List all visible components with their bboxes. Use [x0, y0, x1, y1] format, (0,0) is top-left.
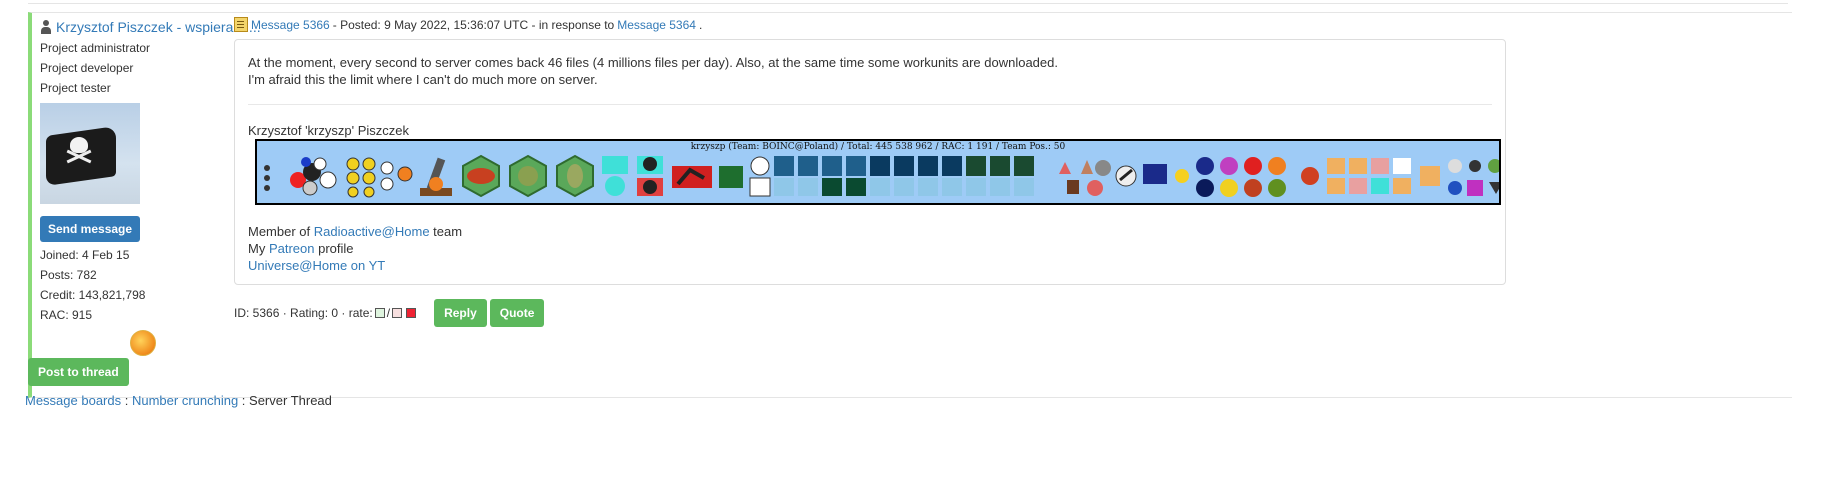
breadcrumb-separator: : [121, 393, 132, 408]
id-rating-text: ID: 5366 · Rating: 0 · rate: [234, 306, 373, 320]
member-line: Member of Radioactive@Home team [248, 223, 1492, 240]
reply-button[interactable]: Reply [434, 299, 487, 327]
in-response-link[interactable]: Message 5364 [617, 18, 696, 32]
breadcrumb-number-crunching[interactable]: Number crunching [132, 393, 238, 408]
patreon-link[interactable]: Patreon [269, 241, 315, 256]
amicable-icon [1143, 163, 1167, 184]
space-badges-icon [1196, 156, 1286, 197]
text-badges-icon [1327, 157, 1411, 194]
project-badges-grid [749, 155, 1034, 196]
author-name-link[interactable]: Krzysztof Piszczek - wspieram ... [56, 19, 261, 35]
telescope-icon [420, 157, 452, 196]
message-icon [234, 17, 248, 32]
member-prefix: Member of [248, 224, 314, 239]
header-end: . [698, 17, 703, 32]
runner-badge-icon [672, 165, 712, 188]
signature-name: Krzysztof 'krzyszp' Piszczek [248, 123, 409, 138]
monkey-badge-icon [637, 155, 663, 196]
yt-line: Universe@Home on YT [248, 257, 1492, 274]
post-footer: ID: 5366 · Rating: 0 · rate: / Reply Quo… [234, 299, 545, 327]
woo-icon [1420, 165, 1440, 186]
rate-down-icon[interactable] [392, 308, 403, 318]
misc-badges-icon [1448, 158, 1499, 196]
forum-post: Krzysztof Piszczek - wspieram ... Projec… [28, 12, 1792, 398]
patreon-suffix: profile [314, 241, 354, 256]
bird-icon [1115, 165, 1137, 186]
radioactive-link[interactable]: Radioactive@Home [314, 224, 430, 239]
universe-yt-link[interactable]: Universe@Home on YT [248, 258, 385, 273]
molecule-icon [290, 156, 337, 195]
sun-icon [1175, 168, 1189, 183]
hex-badge-icon-1 [462, 154, 500, 197]
atoms-badge-icon [346, 157, 413, 197]
member-suffix: team [429, 224, 463, 239]
team-badge-icon [130, 330, 156, 356]
patreon-prefix: My [248, 241, 269, 256]
signature-divider [248, 104, 1492, 105]
breadcrumb: Message boards : Number crunching : Serv… [25, 393, 332, 408]
post-content-box: At the moment, every second to server co… [234, 39, 1506, 285]
quote-button[interactable]: Quote [489, 299, 545, 327]
post-to-thread-button[interactable]: Post to thread [28, 358, 129, 386]
avatar [40, 103, 140, 204]
boinc-stats-banner[interactable]: krzyszp (Team: BOINC@Poland) / Total: 44… [255, 139, 1501, 205]
green-square-icon [719, 165, 743, 188]
message-link[interactable]: Message 5366 [251, 18, 330, 32]
rate-separator: / [386, 306, 391, 320]
top-divider [28, 0, 1788, 4]
post-body-line-2: I'm afraid this the limit where I can't … [248, 72, 598, 87]
patreon-line: My Patreon profile [248, 240, 1492, 257]
post-header: Message 5366 - Posted: 9 May 2022, 15:36… [234, 17, 702, 32]
breadcrumb-message-boards[interactable]: Message boards [25, 393, 121, 408]
breadcrumb-current: Server Thread [249, 393, 332, 408]
user-icon [40, 20, 52, 34]
post-body-line-1: At the moment, every second to server co… [248, 55, 1058, 70]
badge-strip [261, 151, 1499, 200]
breadcrumb-separator: : [238, 393, 250, 408]
send-message-button[interactable]: Send message [40, 216, 141, 242]
posted-text: - Posted: 9 May 2022, 15:36:07 UTC - in … [332, 17, 615, 32]
report-icon[interactable] [406, 308, 417, 318]
cyan-badge-icon [602, 155, 628, 196]
spiral-icon [1301, 166, 1319, 185]
molecule-small-icon [264, 164, 270, 191]
hex-badge-icon-2 [509, 154, 547, 197]
rate-up-icon[interactable] [374, 308, 385, 318]
triangle-badges-icon [1059, 159, 1111, 196]
hex-badge-icon-3 [556, 154, 594, 197]
